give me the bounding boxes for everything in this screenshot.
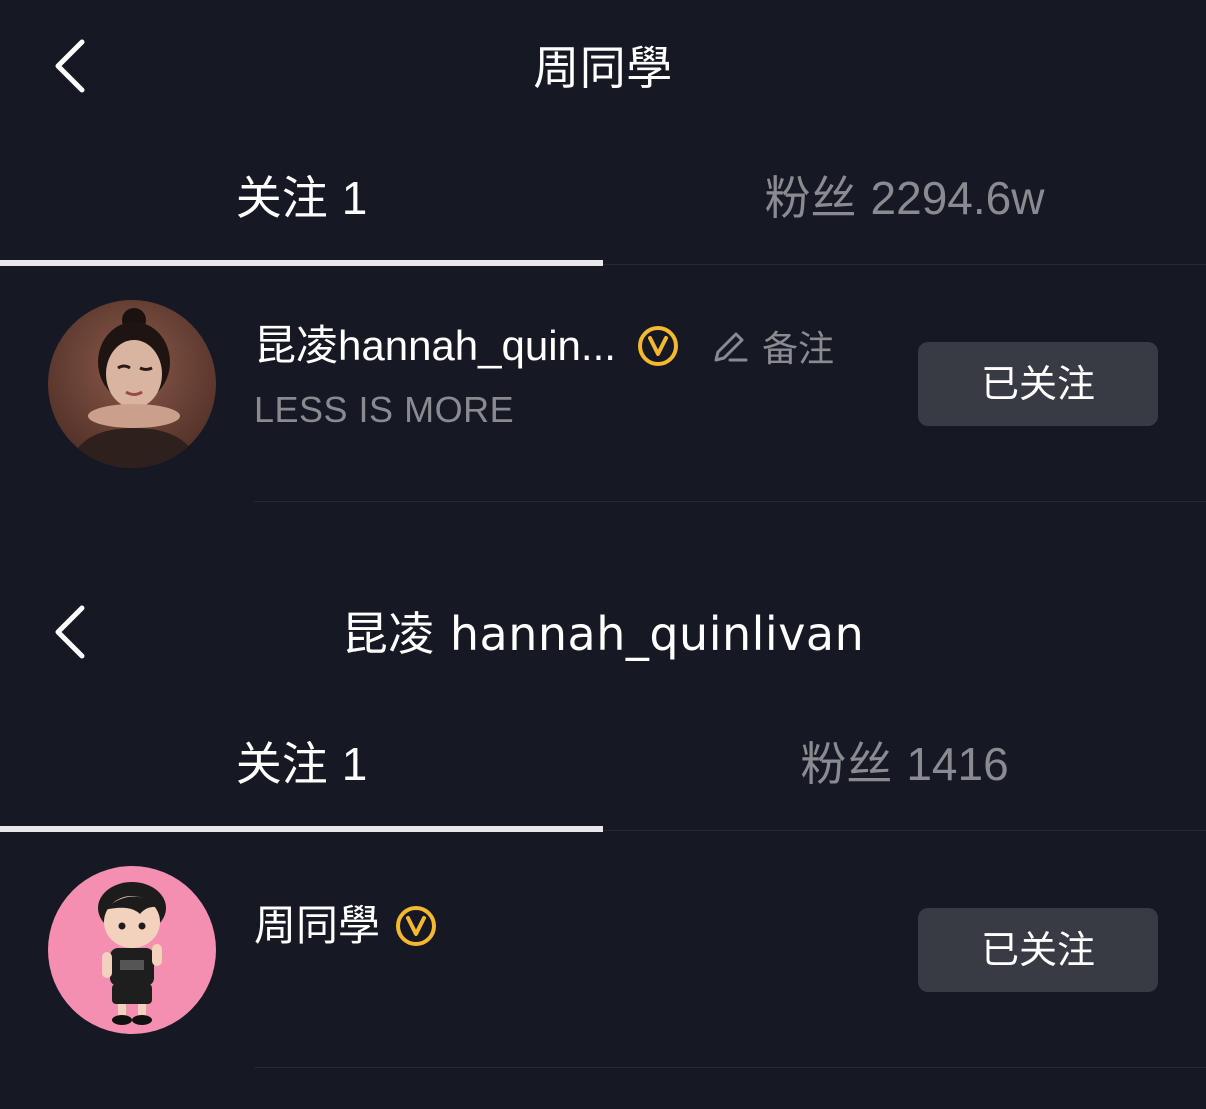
tab-following-label: 关注 [235,737,328,791]
user-name-line: 昆凌hannah_quin... 备注 [254,318,834,374]
tab-following[interactable]: 关注 1 [0,734,603,794]
tab-following[interactable]: 关注 1 [0,168,603,228]
avatar[interactable] [48,866,216,1034]
remark-label: 备注 [761,329,834,370]
tab-following-count: 1 [341,738,368,790]
pencil-icon [714,332,748,362]
tab-followers-count: 2294.6w [870,172,1045,224]
tab-bar: 关注 1 粉丝 1416 [0,706,1206,832]
following-button[interactable]: 已关注 [918,342,1158,426]
list-item[interactable]: 周同學 已关注 [0,832,1206,1068]
avatar[interactable] [48,300,216,468]
avatar-image-cartoon-boy [48,866,216,1034]
user-name[interactable]: 昆凌hannah_quin... [254,318,616,374]
user-name-line: 周同學 [254,898,438,954]
tab-following-count: 1 [341,172,368,224]
verified-badge-icon [637,326,678,366]
tab-followers-count: 1416 [906,738,1009,790]
divider [254,1067,1206,1068]
header: 周同學 [0,0,1206,136]
following-list-screen-bottom: 昆凌 hannah_quinlivan 关注 1 粉丝 1416 周同學 已关注 [0,566,1206,1109]
tab-followers-label: 粉丝 [800,737,893,791]
header: 昆凌 hannah_quinlivan [0,566,1206,702]
following-list-screen-top: 周同學 关注 1 粉丝 2294.6w 昆凌hannah_quin... 备注 … [0,0,1206,540]
tab-followers-label: 粉丝 [764,171,857,225]
list-item[interactable]: 昆凌hannah_quin... 备注 LESS IS MORE 已关注 [0,266,1206,502]
divider [254,501,1206,502]
tab-followers[interactable]: 粉丝 1416 [603,734,1206,794]
tab-following-label: 关注 [235,171,328,225]
page-title: 昆凌 hannah_quinlivan [341,607,865,661]
user-name[interactable]: 周同學 [254,898,380,954]
avatar-image-woman [48,300,216,468]
page: 周同學 关注 1 粉丝 2294.6w 昆凌hannah_quin... 备注 … [0,0,1206,1109]
page-title: 周同學 [533,41,673,95]
user-bio: LESS IS MORE [254,389,515,430]
tab-followers[interactable]: 粉丝 2294.6w [603,168,1206,228]
verified-badge-icon [396,906,437,946]
tab-bar: 关注 1 粉丝 2294.6w [0,140,1206,266]
following-button[interactable]: 已关注 [918,908,1158,992]
remark-button[interactable]: 备注 [710,320,834,372]
